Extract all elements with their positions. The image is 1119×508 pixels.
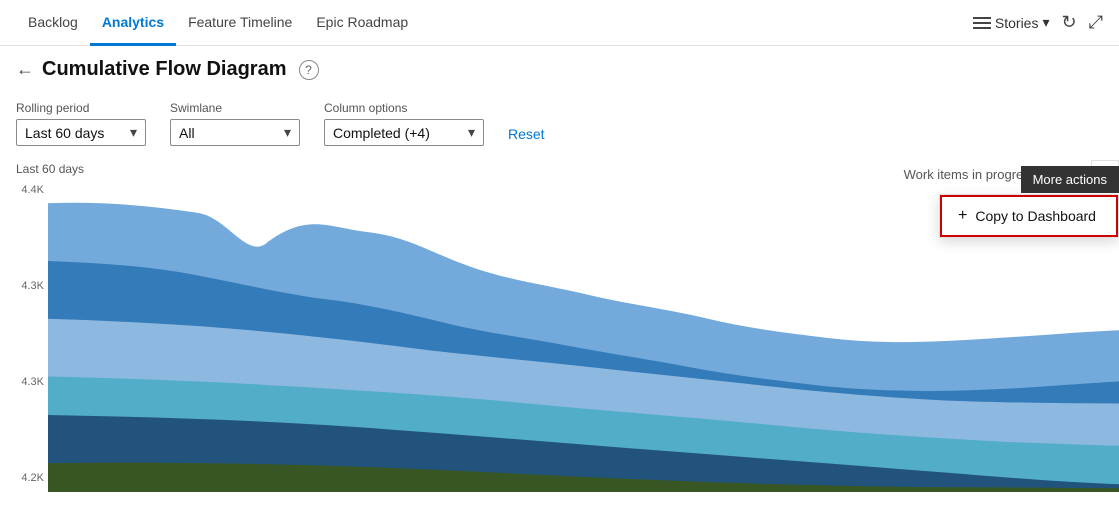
- help-icon[interactable]: ?: [299, 60, 319, 80]
- rolling-period-label: Rolling period: [16, 101, 146, 115]
- y-label-3: 4.3K: [4, 376, 44, 388]
- nav-item-backlog[interactable]: Backlog: [16, 0, 90, 46]
- fullscreen-icon[interactable]: ⤢: [1089, 12, 1103, 33]
- swimlane-chevron-icon: ▾: [284, 124, 291, 141]
- filter-row: Rolling period Last 60 days ▾ Swimlane A…: [0, 93, 1119, 154]
- more-actions-button[interactable]: More actions: [1021, 166, 1119, 193]
- swimlane-label: Swimlane: [170, 101, 300, 115]
- chart-area: Last 60 days Work items in progress 14 .…: [0, 154, 1119, 492]
- nav-right: Stories ▾ ↻ ⤢: [973, 12, 1103, 33]
- refresh-icon[interactable]: ↻: [1062, 12, 1077, 33]
- reset-button[interactable]: Reset: [508, 122, 545, 146]
- rolling-period-group: Rolling period Last 60 days ▾: [16, 101, 146, 146]
- nav-item-epic-roadmap[interactable]: Epic Roadmap: [304, 0, 420, 46]
- rolling-period-chevron-icon: ▾: [130, 124, 137, 141]
- column-options-chevron-icon: ▾: [468, 124, 475, 141]
- y-label-1: 4.4K: [4, 184, 44, 196]
- y-label-2: 4.3K: [4, 280, 44, 292]
- nav-item-analytics[interactable]: Analytics: [90, 0, 176, 46]
- y-label-4: 4.2K: [4, 472, 44, 484]
- swimlane-select[interactable]: All ▾: [170, 119, 300, 146]
- column-options-select[interactable]: Completed (+4) ▾: [324, 119, 484, 146]
- plus-icon: +: [958, 207, 967, 225]
- stories-button[interactable]: Stories ▾: [973, 14, 1050, 31]
- y-axis: 4.4K 4.3K 4.3K 4.2K: [0, 184, 48, 492]
- copy-to-dashboard-item[interactable]: + Copy to Dashboard: [940, 195, 1118, 237]
- column-options-group: Column options Completed (+4) ▾: [324, 101, 484, 146]
- column-options-label: Column options: [324, 101, 484, 115]
- nav-item-feature-timeline[interactable]: Feature Timeline: [176, 0, 304, 46]
- swimlane-group: Swimlane All ▾: [170, 101, 300, 146]
- chart-period-label: Last 60 days: [16, 162, 84, 176]
- page-header: ← Cumulative Flow Diagram ?: [0, 46, 1119, 93]
- hamburger-icon: [973, 17, 991, 29]
- page-title: Cumulative Flow Diagram: [42, 58, 287, 81]
- stories-chevron-icon: ▾: [1042, 14, 1049, 31]
- rolling-period-select[interactable]: Last 60 days ▾: [16, 119, 146, 146]
- back-button[interactable]: ←: [16, 59, 34, 80]
- nav-bar: Backlog Analytics Feature Timeline Epic …: [0, 0, 1119, 46]
- dropdown-popup: + Copy to Dashboard: [939, 194, 1119, 238]
